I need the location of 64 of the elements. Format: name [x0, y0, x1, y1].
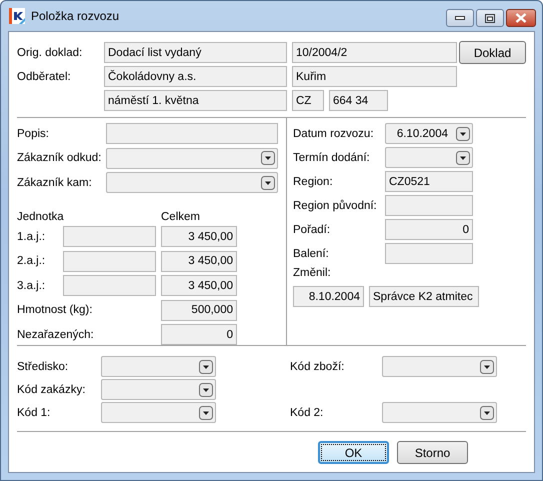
input-field[interactable] — [106, 123, 278, 144]
dialog-button[interactable]: Storno — [397, 441, 468, 464]
field-label: Region původní: — [293, 200, 377, 212]
dialog-button[interactable]: OK — [318, 441, 389, 464]
field-label: Orig. doklad: — [17, 46, 82, 58]
input-field[interactable] — [63, 275, 156, 296]
field-label: 2.a.j.: — [17, 255, 46, 267]
input-field[interactable]: Dodací list vydaný — [104, 42, 287, 63]
input-field[interactable]: Kuřim — [292, 66, 457, 87]
field-label: Kód zboží: — [290, 360, 344, 372]
date-field[interactable]: 6.10.2004 — [385, 123, 473, 144]
combo-box[interactable] — [382, 402, 497, 423]
input-field[interactable]: Čokoládovny a.s. — [104, 66, 287, 87]
field-label: Zákazník kam: — [17, 176, 92, 188]
combo-box[interactable] — [382, 356, 497, 377]
input-field[interactable] — [63, 226, 156, 247]
combo-box[interactable] — [385, 147, 473, 168]
input-field[interactable]: 8.10.2004 — [293, 286, 364, 307]
minimize-button[interactable] — [446, 9, 474, 27]
input-field[interactable]: CZ — [292, 90, 324, 111]
document-button[interactable]: Doklad — [459, 41, 526, 64]
combo-box[interactable] — [101, 379, 216, 400]
input-field[interactable]: 10/2004/2 — [292, 42, 457, 63]
input-field[interactable]: náměstí 1. května — [104, 90, 287, 111]
close-icon — [515, 13, 527, 23]
maximize-icon — [485, 14, 495, 22]
field-label: Balení: — [293, 248, 329, 260]
field-label: Středisko: — [17, 360, 68, 372]
field-label: Termín dodání: — [293, 152, 370, 164]
field-label: 1.a.j.: — [17, 230, 46, 242]
combo-box[interactable] — [101, 402, 216, 423]
close-button[interactable] — [506, 9, 536, 27]
field-label: Kód zakázky: — [17, 384, 86, 396]
field-label: Kód 1: — [17, 406, 50, 418]
input-field[interactable]: 0 — [385, 219, 473, 240]
input-field[interactable]: 0 — [161, 324, 237, 345]
field-label: Hmotnost (kg): — [17, 304, 92, 316]
app-logo-icon — [9, 8, 25, 24]
input-field[interactable]: 500,000 — [161, 300, 237, 320]
field-label: Popis: — [17, 128, 49, 140]
input-field[interactable]: 664 34 — [329, 90, 388, 111]
field-label: 3.a.j.: — [17, 280, 46, 292]
maximize-button[interactable] — [476, 9, 504, 27]
input-field[interactable] — [385, 243, 473, 264]
field-label: Změnil: — [293, 267, 331, 279]
input-field[interactable]: 3 450,00 — [161, 275, 237, 296]
column-header: Celkem — [161, 211, 200, 225]
input-field[interactable]: CZ0521 — [385, 171, 473, 192]
combo-box[interactable] — [101, 356, 216, 377]
field-label: Nezařazených: — [17, 328, 94, 340]
input-field[interactable] — [63, 250, 156, 272]
column-header: Jednotka — [17, 211, 65, 225]
field-label: Datum rozvozu: — [293, 128, 374, 140]
field-label: Kód 2: — [290, 406, 324, 418]
input-field[interactable]: 3 450,00 — [161, 250, 237, 272]
window-title: Položka rozvozu — [31, 9, 120, 23]
field-label: Pořadí: — [293, 224, 330, 236]
minimize-icon — [455, 16, 465, 20]
input-field[interactable] — [385, 195, 473, 216]
input-field[interactable]: Správce K2 atmitec — [369, 286, 479, 307]
input-field[interactable]: 3 450,00 — [161, 226, 237, 247]
field-label: Zákazník odkud: — [17, 152, 102, 164]
field-label: Odběratel: — [17, 70, 71, 82]
field-label: Region: — [293, 176, 333, 188]
